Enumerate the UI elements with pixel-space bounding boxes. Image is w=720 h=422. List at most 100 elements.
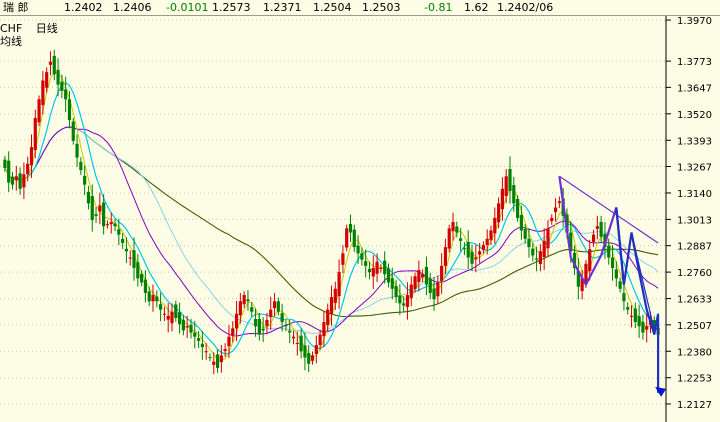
- candle-body: [421, 274, 425, 278]
- y-tick-label: 1.3970: [677, 16, 712, 27]
- candle-body: [352, 229, 356, 248]
- candle-body: [269, 309, 273, 318]
- candle-body: [409, 284, 413, 298]
- candle-body: [383, 260, 387, 275]
- candle-body: [614, 269, 618, 279]
- chart-legend: CHF 日线 均线: [0, 22, 58, 48]
- candle-body: [626, 307, 630, 310]
- percent-change: -0.81: [424, 1, 453, 14]
- candle-body: [595, 226, 599, 229]
- candle-body: [405, 295, 410, 307]
- candle-body: [26, 163, 30, 175]
- candle-body: [379, 267, 383, 269]
- candle-body: [618, 281, 622, 289]
- candle-body: [128, 257, 132, 259]
- candle-body: [348, 223, 353, 233]
- candle-body: [177, 312, 182, 325]
- candle-body: [424, 266, 429, 285]
- candle-body: [637, 316, 641, 327]
- price-bid: 1.2402: [64, 1, 103, 14]
- candle-body: [318, 334, 322, 346]
- period-label: 日线: [35, 22, 58, 35]
- candle-body: [345, 228, 349, 248]
- candle-body: [60, 81, 64, 91]
- candle-body: [147, 291, 151, 302]
- candle-body: [83, 175, 87, 185]
- candlestick-chart[interactable]: 1.3970 1.3773 1.3647 1.3520 1.3393 1.3267 1.31…: [0, 0, 720, 422]
- candle-body: [14, 176, 18, 181]
- ma-label: 均线: [0, 35, 22, 48]
- y-tick-label: 1.3393: [677, 136, 712, 147]
- candle-body: [485, 238, 489, 246]
- y-tick-label: 1.2253: [677, 374, 712, 385]
- candle-body: [493, 217, 497, 234]
- candle-body: [204, 351, 208, 353]
- candle-body: [610, 257, 615, 268]
- candle-body: [234, 313, 239, 329]
- candle-body: [3, 159, 7, 168]
- candle-body: [303, 345, 307, 358]
- volume-value: 1.62: [464, 1, 489, 14]
- y-tick-label: 1.3140: [677, 189, 712, 200]
- candle-body: [599, 221, 603, 237]
- candle-body: [196, 338, 201, 341]
- y-tick-label: 1.2380: [677, 347, 712, 358]
- candle-body: [462, 248, 467, 250]
- candle-body: [291, 336, 296, 339]
- candle-body: [314, 345, 318, 354]
- y-tick-label: 1.3013: [677, 215, 712, 226]
- candle-body: [284, 325, 288, 327]
- candle-body: [519, 215, 523, 231]
- candle-body: [75, 143, 79, 158]
- candle-body: [166, 315, 170, 320]
- candle-body: [22, 174, 26, 188]
- candle-body: [459, 238, 463, 241]
- candle-body: [215, 354, 220, 368]
- candle-body: [633, 308, 637, 323]
- candle-body: [542, 240, 546, 258]
- candle-body: [527, 238, 531, 248]
- candle-body: [481, 245, 486, 250]
- candle-body: [341, 253, 345, 265]
- candle-body: [212, 361, 216, 365]
- price-low: 1.2371: [263, 1, 302, 14]
- candle-body: [276, 301, 280, 312]
- candle-body: [170, 311, 174, 324]
- candle-body: [7, 160, 11, 183]
- candle-body: [550, 217, 554, 222]
- symbol-name: 瑞 郎: [3, 1, 29, 14]
- candle-body: [105, 224, 110, 226]
- price-high: 1.2504: [313, 1, 352, 14]
- candle-body: [227, 336, 231, 347]
- candle-body: [174, 304, 178, 318]
- candle-body: [52, 55, 56, 75]
- candle-body: [231, 328, 235, 336]
- candle-body: [90, 196, 94, 221]
- candle-body: [588, 249, 592, 272]
- price-ask: 1.2406: [113, 1, 152, 14]
- candle-body: [151, 295, 155, 302]
- candle-body: [375, 261, 379, 274]
- candle-body: [329, 297, 334, 314]
- candle-body: [432, 288, 436, 300]
- candle-body: [253, 318, 258, 327]
- candle-body: [124, 248, 129, 252]
- candle-body: [98, 205, 102, 212]
- y-tick-label: 1.2887: [677, 242, 712, 253]
- candle-body: [310, 355, 315, 361]
- candle-body: [136, 262, 140, 279]
- candle-body: [398, 295, 402, 304]
- candle-body: [440, 265, 444, 282]
- y-tick-label: 1.3267: [677, 163, 712, 174]
- candle-body: [242, 295, 246, 305]
- candle-body: [18, 173, 22, 189]
- candle-body: [629, 315, 634, 317]
- candle-body: [451, 222, 455, 232]
- candle-body: [531, 248, 535, 256]
- y-tick-label: 1.2507: [677, 321, 712, 332]
- candle-body: [515, 199, 520, 218]
- candle-body: [265, 320, 269, 327]
- candle-body: [447, 228, 451, 249]
- candle-body: [474, 257, 478, 260]
- candle-body: [280, 313, 284, 323]
